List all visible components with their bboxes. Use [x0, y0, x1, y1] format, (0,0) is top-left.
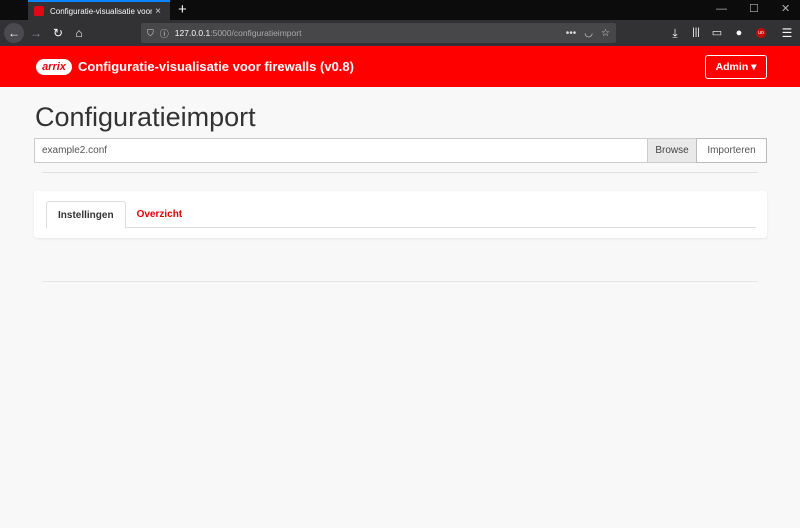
menu-icon[interactable]: ☰: [780, 24, 794, 42]
tab-list: Instellingen Overzicht: [46, 201, 756, 229]
arrix-logo: arrix: [36, 59, 72, 75]
app-header: arrix Configuratie-visualisatie voor fir…: [0, 46, 800, 87]
minimize-icon[interactable]: —: [716, 2, 727, 16]
url-bar[interactable]: ⛉ ⓘ 127.0.0.1 :5000/configuratieimport •…: [141, 23, 616, 43]
browser-tab-title: Configuratie-visualisatie voor firewalls: [50, 6, 152, 16]
forward-icon[interactable]: →: [28, 24, 44, 42]
sidebar-icon[interactable]: ▭: [710, 24, 724, 42]
file-import-row: Browse Importeren: [34, 138, 767, 163]
import-button[interactable]: Importeren: [696, 138, 767, 163]
window-close-icon[interactable]: ✕: [781, 2, 790, 16]
url-path: :5000/configuratieimport: [210, 28, 302, 38]
downloads-icon[interactable]: ⤓: [668, 24, 682, 42]
account-icon[interactable]: ●: [732, 24, 746, 42]
tab-instellingen[interactable]: Instellingen: [46, 201, 126, 229]
page-actions-icon[interactable]: •••: [566, 28, 577, 39]
shield-icon[interactable]: ⛉: [147, 28, 154, 39]
admin-dropdown-button[interactable]: Admin ▾: [705, 55, 767, 79]
tab-overzicht[interactable]: Overzicht: [126, 201, 194, 228]
url-host: 127.0.0.1: [174, 28, 211, 38]
browser-nav-bar: ← → ↻ ⌂ ⛉ ⓘ 127.0.0.1 :5000/configuratie…: [0, 20, 800, 46]
info-icon[interactable]: ⓘ: [160, 27, 169, 40]
browser-tab-bar: Configuratie-visualisatie voor firewalls…: [0, 0, 800, 20]
home-icon[interactable]: ⌂: [71, 24, 87, 42]
file-name-input[interactable]: [34, 138, 647, 163]
tabs-card: Instellingen Overzicht: [34, 191, 767, 238]
library-icon[interactable]: |||: [688, 24, 704, 42]
reload-icon[interactable]: ↻: [50, 24, 66, 42]
back-icon[interactable]: ←: [4, 23, 24, 43]
pocket-icon[interactable]: ◡: [584, 28, 593, 39]
app-title: Configuratie-visualisatie voor firewalls…: [78, 59, 354, 74]
new-tab-icon[interactable]: +: [178, 1, 187, 19]
page-title: Configuratieimport: [35, 102, 256, 132]
divider: [42, 281, 758, 282]
browser-tab[interactable]: Configuratie-visualisatie voor firewalls…: [28, 0, 170, 20]
browse-button[interactable]: Browse: [647, 138, 697, 163]
favicon-icon: [34, 6, 44, 16]
maximize-icon[interactable]: ☐: [749, 2, 759, 16]
close-tab-icon[interactable]: ×: [152, 6, 164, 17]
ublock-icon[interactable]: uo: [756, 28, 766, 38]
divider: [42, 172, 758, 173]
bookmark-star-icon[interactable]: ☆: [601, 28, 610, 39]
